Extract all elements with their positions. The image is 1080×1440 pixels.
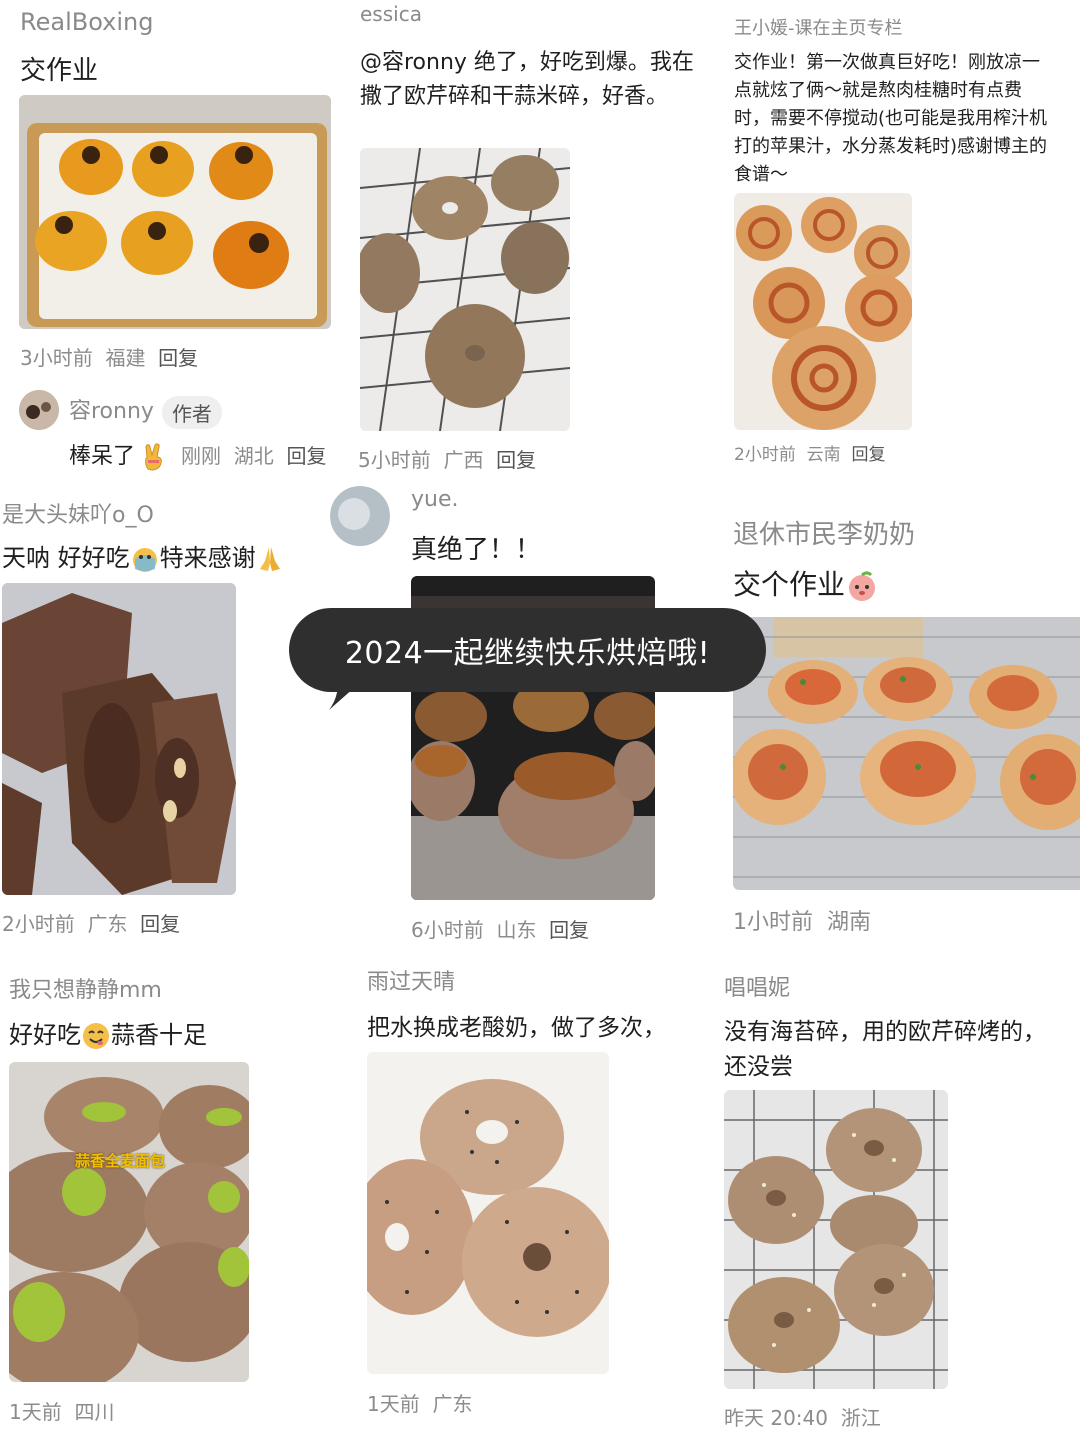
comment-location: 广东 (87, 912, 128, 936)
username[interactable]: yue. (411, 487, 459, 512)
comment-location: 云南 (806, 445, 841, 465)
buns-tray-photo[interactable] (19, 95, 331, 329)
comment-location: 山东 (496, 918, 537, 942)
pizza-rolls-on-rack-photo[interactable] (733, 617, 1080, 890)
author-badge: 作者 (161, 395, 222, 429)
reply-username: 容ronny 作者 (69, 393, 222, 429)
username[interactable]: 雨过天晴 (367, 964, 455, 996)
comment-time: 3小时前 (20, 346, 93, 370)
username[interactable]: 退休市民李奶奶 (733, 514, 915, 551)
yummy-face-icon (83, 1023, 109, 1049)
reply-button[interactable]: 回复 (851, 445, 885, 465)
sesame-bagels-photo[interactable] (367, 1052, 609, 1374)
chocolate-bread-photo[interactable] (2, 583, 236, 895)
reply-text-row: 棒呆了 刚刚 湖北 回复 (69, 438, 326, 471)
comment-text-line-2: 撒了欧芹碎和干蒜米碎，好香。 (360, 84, 669, 109)
reply-button[interactable]: 回复 (286, 444, 326, 468)
comment-location: 广东 (432, 1392, 473, 1416)
reply-text: 棒呆了 (69, 444, 136, 469)
reply-button[interactable]: 回复 (496, 448, 536, 472)
username[interactable]: 王小媛-课在主页专栏 (734, 14, 903, 40)
comment-text-b: 特来感谢 (159, 544, 256, 572)
bagels-on-rack-photo[interactable] (360, 148, 570, 431)
username[interactable]: 我只想静静mm (9, 972, 162, 1004)
comment-location: 湖南 (827, 910, 872, 935)
username[interactable]: RealBoxing (20, 8, 153, 36)
comment-text-row: 天呐 好好吃 特来感谢 (2, 538, 284, 573)
comment-time: 1天前 (367, 1392, 420, 1416)
comment-text-line-2: 还没尝 (724, 1054, 793, 1080)
comment-text: 交个作业 (733, 568, 846, 601)
reply-location: 湖北 (233, 444, 274, 468)
photo-caption: 蒜香全麦面包 (75, 1152, 166, 1170)
comment-text-a: 天呐 好好吃 (2, 544, 130, 572)
avatar[interactable] (19, 390, 59, 430)
comment-text-b: 蒜香十足 (111, 1021, 207, 1049)
comment-text-line-5: 食谱～ (734, 164, 788, 185)
bagels-cooling-photo[interactable] (724, 1090, 948, 1389)
comment-meta: 1小时前 湖南 (733, 904, 871, 936)
comment-location: 广西 (443, 448, 484, 472)
comment-meta: 5小时前 广西 回复 (358, 444, 536, 473)
comment-text: 真绝了！！ (411, 535, 542, 565)
comment-time: 6小时前 (411, 918, 484, 942)
comment-time: 2小时前 (734, 445, 796, 465)
comment-time: 1小时前 (733, 910, 813, 935)
speech-bubble-banner: 2024一起继续快乐烘焙哦! (289, 608, 766, 692)
comment-location: 浙江 (840, 1406, 881, 1430)
comment-meta: 2小时前 广东 回复 (2, 908, 180, 937)
reply-user-name[interactable]: 容ronny (69, 399, 154, 424)
comment-location: 福建 (105, 346, 146, 370)
comment-text-line-3: 时，需要不停搅动(也可能是我用榨汁机 (734, 108, 1048, 129)
username[interactable]: 是大头妹吖o_O (2, 497, 154, 529)
comment-time: 2小时前 (2, 912, 75, 936)
comment-meta: 3小时前 福建 回复 (20, 342, 198, 371)
reply-button[interactable]: 回复 (140, 912, 180, 936)
victory-hand-icon (145, 443, 162, 471)
comment-time: 5小时前 (358, 448, 431, 472)
comment-time: 昨天 20:40 (724, 1406, 828, 1430)
comment-meta: 1天前 广东 (367, 1388, 472, 1417)
comment-text-row: 好好吃 蒜香十足 (9, 1015, 207, 1051)
comment-text-line-1: @容ronny 绝了，好吃到爆。我在 (360, 50, 694, 75)
comment-text: 交作业 (20, 56, 99, 86)
garlic-bread-photo[interactable]: 蒜香全麦面包 (9, 1062, 249, 1382)
comment-location: 四川 (74, 1400, 115, 1424)
reply-button[interactable]: 回复 (549, 918, 589, 942)
comment-meta: 6小时前 山东 回复 (411, 914, 589, 943)
reply-time: 刚刚 (181, 444, 222, 468)
username[interactable]: essica (360, 2, 422, 26)
comment-meta: 2小时前 云南 回复 (734, 440, 885, 465)
comment-text-line-2: 点就炫了俩～就是熬肉桂糖时有点费 (734, 80, 1022, 101)
username[interactable]: 唱唱妮 (724, 970, 790, 1002)
comment-text-line-1: 没有海苔碎，用的欧芹碎烤的， (724, 1019, 1046, 1045)
crying-face-icon (132, 548, 157, 572)
reply-button[interactable]: 回复 (158, 346, 198, 370)
comment-text-line-1: 交作业！第一次做真巨好吃！刚放凉一 (734, 52, 1040, 73)
comment-text-row: 交个作业 (733, 563, 879, 603)
comment-meta: 1天前 四川 (9, 1396, 114, 1425)
avatar[interactable] (330, 484, 390, 548)
comment-text-line-4: 打的苹果汁，水分蒸发耗时)感谢博主的 (734, 136, 1048, 157)
comment-text: 把水换成老酸奶，做了多次， (367, 1015, 666, 1041)
comment-time: 1天前 (9, 1400, 62, 1424)
cinnamon-rolls-photo[interactable] (734, 193, 912, 430)
pray-hands-icon (259, 547, 280, 571)
comment-text-a: 好好吃 (9, 1021, 81, 1049)
peach-face-icon (849, 571, 876, 601)
comment-meta: 昨天 20:40 浙江 (724, 1402, 881, 1431)
